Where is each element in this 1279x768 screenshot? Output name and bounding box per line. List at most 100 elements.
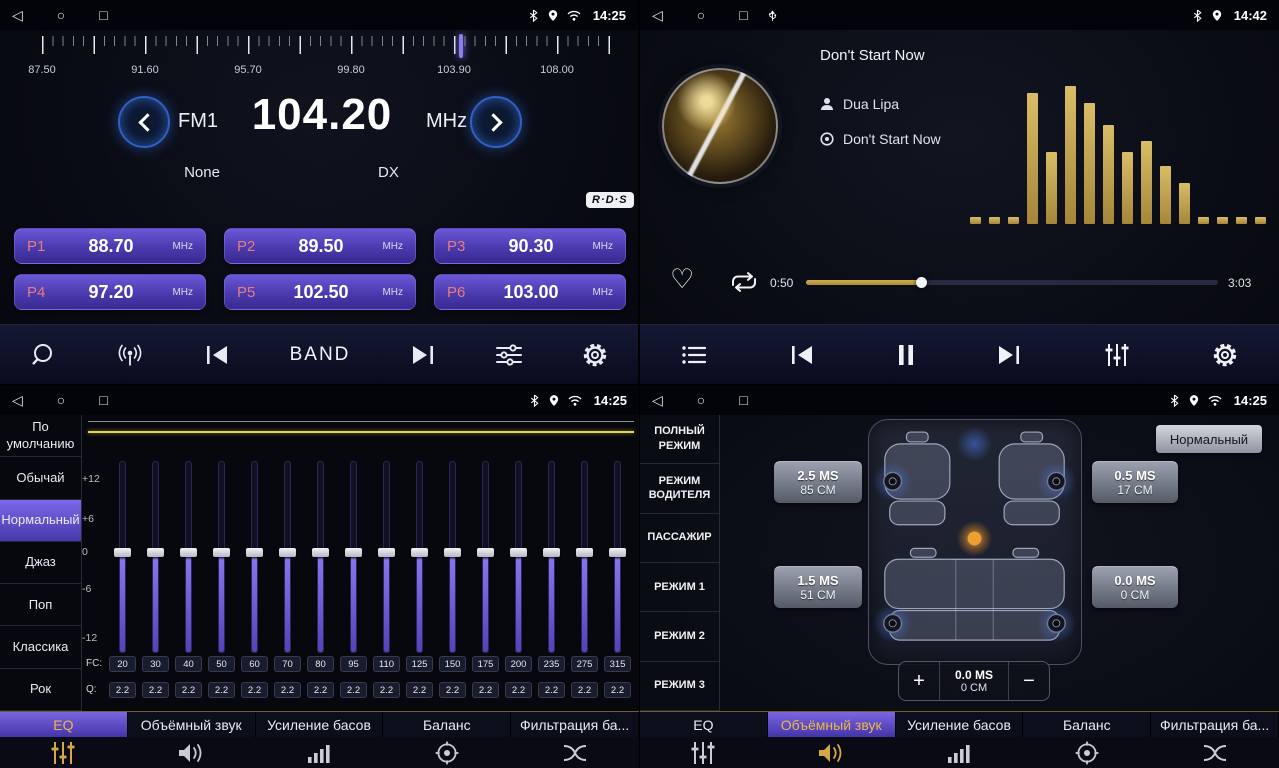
nav-back-button[interactable] (652, 8, 663, 22)
eq-slider-handle[interactable] (411, 548, 428, 557)
delay-front-left[interactable]: 2.5 MS 85 CM (774, 461, 862, 503)
eq-slider-handle[interactable] (609, 548, 626, 557)
eq-preset-normal[interactable]: Нормальный (0, 500, 81, 542)
eq-slider-handle[interactable] (477, 548, 494, 557)
nav-back-button[interactable] (652, 393, 663, 407)
eq-preset-rock[interactable]: Рок (0, 669, 81, 711)
tune-settings-button[interactable] (495, 344, 523, 366)
delay-front-right[interactable]: 0.5 MS 17 CM (1092, 461, 1178, 503)
balance-target-icon[interactable] (1023, 737, 1151, 768)
preset-button-p5[interactable]: P5102.50MHz (224, 274, 416, 310)
crossover-filter-icon[interactable] (1151, 737, 1279, 768)
eq-slider-track[interactable] (548, 461, 555, 653)
tab-bass-boost[interactable]: Усиление басов (896, 712, 1024, 737)
repeat-mode-button[interactable] (728, 272, 760, 297)
eq-band-slider[interactable] (469, 461, 502, 653)
eq-slider-track[interactable] (515, 461, 522, 653)
nav-home-button[interactable] (57, 8, 65, 22)
delay-rear-right[interactable]: 0.0 MS 0 CM (1092, 566, 1178, 608)
settings-gear-button[interactable] (1212, 342, 1238, 368)
eq-sliders-icon[interactable] (640, 737, 768, 768)
mode-passenger[interactable]: ПАССАЖИР (640, 514, 719, 563)
eq-slider-track[interactable] (482, 461, 489, 653)
settings-gear-button[interactable] (582, 342, 608, 368)
next-station-button[interactable] (410, 344, 436, 366)
eq-slider-track[interactable] (119, 461, 126, 653)
eq-slider-handle[interactable] (576, 548, 593, 557)
balance-target-icon[interactable] (383, 737, 511, 768)
delay-increase-button[interactable]: + (899, 662, 939, 700)
preset-button-p1[interactable]: P188.70MHz (14, 228, 206, 264)
eq-slider-track[interactable] (350, 461, 357, 653)
eq-preset-default[interactable]: По умолчанию (0, 415, 81, 457)
eq-slider-handle[interactable] (180, 548, 197, 557)
eq-slider-handle[interactable] (279, 548, 296, 557)
eq-preset-custom[interactable]: Обычай (0, 457, 81, 499)
eq-preset-pop[interactable]: Поп (0, 584, 81, 626)
eq-slider-track[interactable] (416, 461, 423, 653)
nav-recents-button[interactable] (99, 393, 107, 407)
eq-band-slider[interactable] (568, 461, 601, 653)
eq-slider-track[interactable] (614, 461, 621, 653)
eq-band-slider[interactable] (535, 461, 568, 653)
tab-surround[interactable]: Объёмный звук (768, 712, 896, 737)
bass-boost-icon[interactable] (256, 737, 384, 768)
previous-track-button[interactable] (789, 344, 815, 366)
favorite-heart-button[interactable] (670, 264, 694, 295)
eq-sliders-icon[interactable] (0, 737, 128, 768)
preset-button-p6[interactable]: P6103.00MHz (434, 274, 626, 310)
tab-bass-boost[interactable]: Усиление басов (256, 712, 384, 737)
eq-band-slider[interactable] (403, 461, 436, 653)
frequency-ruler[interactable] (14, 36, 624, 60)
eq-slider-track[interactable] (152, 461, 159, 653)
eq-slider-handle[interactable] (444, 548, 461, 557)
surround-speaker-icon[interactable] (768, 737, 896, 768)
eq-preset-classic[interactable]: Классика (0, 626, 81, 668)
eq-band-slider[interactable] (502, 461, 535, 653)
tab-filter[interactable]: Фильтрация ба... (1151, 712, 1279, 737)
eq-band-slider[interactable] (238, 461, 271, 653)
eq-band-slider[interactable] (139, 461, 172, 653)
eq-preset-jazz[interactable]: Джаз (0, 542, 81, 584)
equalizer-button[interactable] (1104, 343, 1130, 367)
eq-slider-handle[interactable] (543, 548, 560, 557)
eq-band-slider[interactable] (172, 461, 205, 653)
progress-thumb[interactable] (916, 277, 927, 288)
field-preset-button[interactable]: Нормальный (1156, 425, 1262, 453)
eq-slider-handle[interactable] (147, 548, 164, 557)
preset-button-p4[interactable]: P497.20MHz (14, 274, 206, 310)
eq-slider-handle[interactable] (312, 548, 329, 557)
nav-back-button[interactable] (12, 393, 23, 407)
tuning-indicator[interactable] (459, 34, 463, 58)
eq-band-slider[interactable] (337, 461, 370, 653)
eq-slider-handle[interactable] (378, 548, 395, 557)
pause-button[interactable] (897, 344, 915, 366)
nav-home-button[interactable] (697, 8, 705, 22)
tab-filter[interactable]: Фильтрация ба... (511, 712, 639, 737)
eq-slider-track[interactable] (449, 461, 456, 653)
progress-slider[interactable] (806, 280, 1218, 285)
preset-button-p3[interactable]: P390.30MHz (434, 228, 626, 264)
nav-back-button[interactable] (12, 8, 23, 22)
eq-slider-track[interactable] (185, 461, 192, 653)
tab-eq[interactable]: EQ (0, 712, 128, 737)
tune-up-button[interactable] (470, 96, 522, 148)
eq-slider-handle[interactable] (246, 548, 263, 557)
nav-home-button[interactable] (697, 393, 705, 407)
eq-band-slider[interactable] (370, 461, 403, 653)
nav-home-button[interactable] (57, 393, 65, 407)
band-button[interactable]: BAND (290, 344, 351, 366)
eq-band-slider[interactable] (106, 461, 139, 653)
tab-surround[interactable]: Объёмный звук (128, 712, 256, 737)
eq-band-slider[interactable] (271, 461, 304, 653)
eq-slider-track[interactable] (317, 461, 324, 653)
eq-slider-handle[interactable] (510, 548, 527, 557)
delay-decrease-button[interactable]: − (1009, 662, 1049, 700)
tab-balance[interactable]: Баланс (383, 712, 511, 737)
broadcast-antenna-button[interactable] (115, 343, 145, 367)
eq-slider-track[interactable] (251, 461, 258, 653)
eq-slider-track[interactable] (284, 461, 291, 653)
eq-band-slider[interactable] (304, 461, 337, 653)
delay-rear-left[interactable]: 1.5 MS 51 CM (774, 566, 862, 608)
bass-boost-icon[interactable] (896, 737, 1024, 768)
